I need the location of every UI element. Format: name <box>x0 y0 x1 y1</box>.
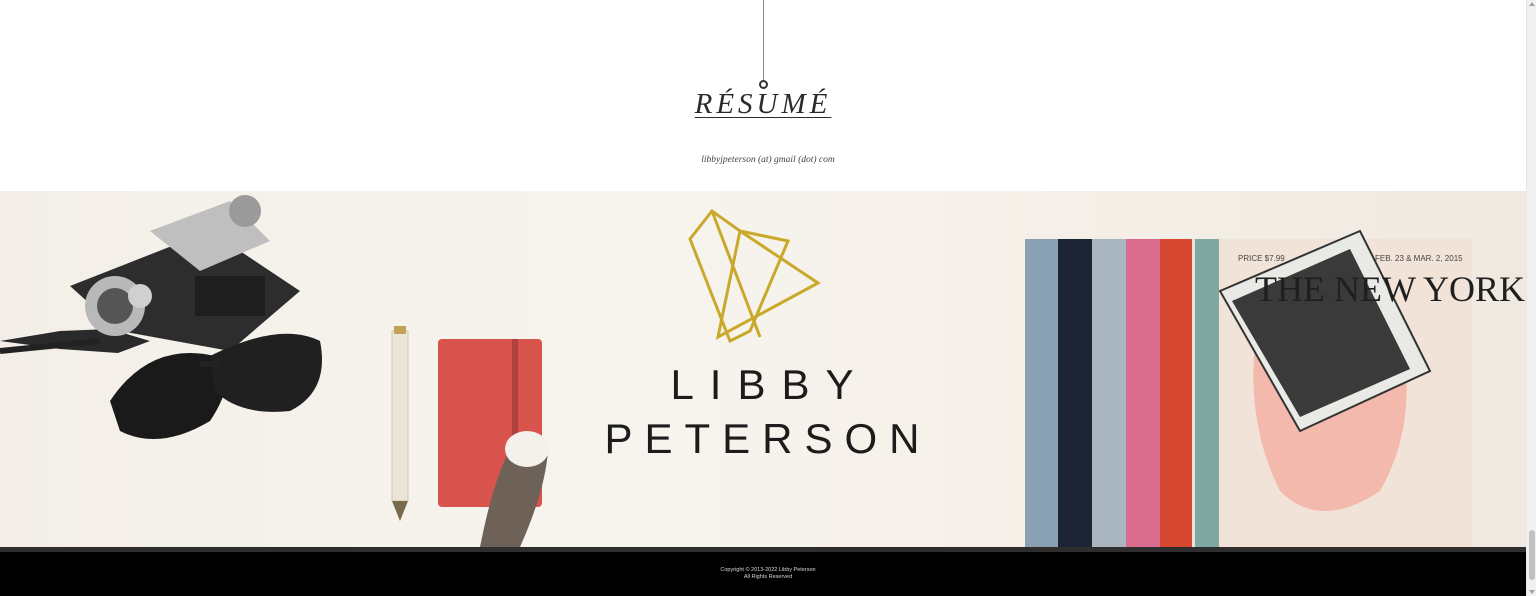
email-address: libbyjpeterson (at) gmail (dot) com <box>701 155 835 165</box>
magazine-price-text: PRICE $7.99 <box>1238 254 1285 263</box>
copyright-text: Copyright © 2013-2022 Libby Peterson <box>720 567 816 573</box>
scrollbar-thumb[interactable] <box>1529 530 1535 580</box>
logo-last-name: PETERSON <box>604 415 932 462</box>
magazine-title-text: THE NEW YORKER <box>1255 269 1526 309</box>
pencil-icon <box>391 326 409 521</box>
camera-icon <box>0 195 300 354</box>
logo-first-name: LIBBY <box>670 361 870 408</box>
scrollbar[interactable] <box>1526 0 1536 596</box>
resume-link[interactable]: RÉSUMÉ <box>695 88 832 120</box>
rights-text: All Rights Reserved <box>743 574 793 580</box>
banner-photo: THE NEW YORKER PRICE $7.99 FEB. 23 & MAR… <box>0 191 1526 547</box>
geometric-logo-icon <box>688 208 821 344</box>
scroll-up-icon[interactable] <box>1529 2 1535 6</box>
scroll-down-icon[interactable] <box>1529 590 1535 594</box>
timeline-line <box>763 0 764 81</box>
sunglasses-icon <box>110 333 322 439</box>
footer: Copyright © 2013-2022 Libby Peterson All… <box>0 552 1526 596</box>
resume-section: RÉSUMÉ libbyjpeterson (at) gmail (dot) c… <box>0 0 1526 191</box>
magazine-date-text: FEB. 23 & MAR. 2, 2015 <box>1375 254 1463 263</box>
resume-heading: RÉSUMÉ <box>0 88 1526 121</box>
